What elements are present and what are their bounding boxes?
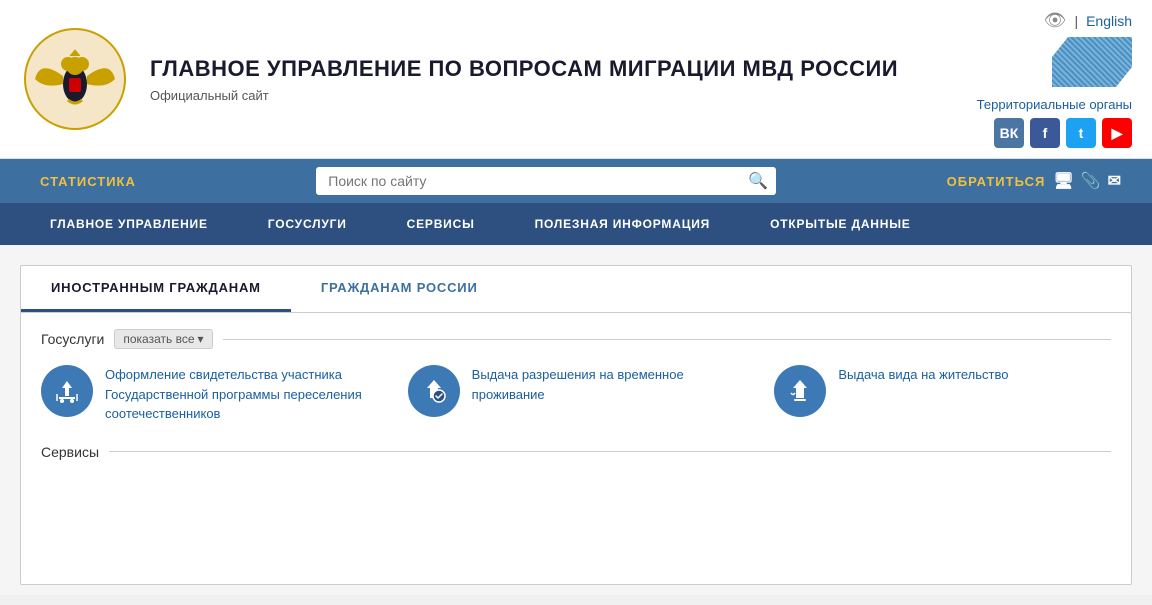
nav-item-main[interactable]: ГЛАВНОЕ УПРАВЛЕНИЕ	[20, 203, 238, 245]
tab-content-foreign: Госуслуги показать все ▾	[21, 313, 1131, 476]
serv-section-header: Сервисы	[41, 444, 1111, 460]
tab-foreign-citizens[interactable]: ИНОСТРАННЫМ ГРАЖДАНАМ	[21, 266, 291, 312]
header-right: 👁 | English Территориальные органы ВК f …	[977, 10, 1132, 148]
chevron-down-icon: ▾	[198, 332, 204, 346]
contact-nav-item[interactable]: ОБРАТИТЬСЯ 🖥 📎 ✉	[937, 171, 1132, 191]
tab-russian-citizens[interactable]: ГРАЖДАНАМ РОССИИ	[291, 266, 508, 312]
residence-permit-icon	[785, 376, 815, 406]
vk-icon[interactable]: ВК	[994, 118, 1024, 148]
nav-item-opendata[interactable]: ОТКРЫТЫЕ ДАННЫЕ	[740, 203, 940, 245]
service-icon-2	[408, 365, 460, 417]
service-card-1: Оформление свидетельства участника Госуд…	[41, 365, 378, 424]
twitter-icon[interactable]: t	[1066, 118, 1096, 148]
serv-section: Сервисы	[41, 444, 1111, 460]
main-content: ИНОСТРАННЫМ ГРАЖДАНАМ ГРАЖДАНАМ РОССИИ Г…	[0, 245, 1152, 595]
gosuslugi-label: Госуслуги	[41, 331, 104, 347]
show-all-button[interactable]: показать все ▾	[114, 329, 212, 349]
separator: |	[1074, 13, 1078, 29]
service-title-2[interactable]: Выдача разрешения на временное проживани…	[472, 365, 745, 404]
resettlement-icon	[52, 376, 82, 406]
map-pattern-wrapper	[1052, 37, 1132, 91]
nav-item-gosuslugi[interactable]: ГОСУСЛУГИ	[238, 203, 377, 245]
service-card-2: Выдача разрешения на временное проживани…	[408, 365, 745, 424]
service-card-3: Выдача вида на жительство	[774, 365, 1111, 424]
page-header: ГЛАВНОЕ УПРАВЛЕНИЕ ПО ВОПРОСАМ МИГРАЦИИ …	[0, 0, 1152, 159]
youtube-icon[interactable]: ▶	[1102, 118, 1132, 148]
tabs-container: ИНОСТРАННЫМ ГРАЖДАНАМ ГРАЖДАНАМ РОССИИ Г…	[20, 265, 1132, 585]
gosuslugi-separator	[223, 339, 1111, 340]
services-grid: Оформление свидетельства участника Госуд…	[41, 365, 1111, 424]
service-title-1[interactable]: Оформление свидетельства участника Госуд…	[105, 365, 378, 424]
temp-residence-icon	[419, 376, 449, 406]
navbar-top: СТАТИСТИКА 🔍 ОБРАТИТЬСЯ 🖥 📎 ✉	[0, 159, 1152, 203]
social-icons-row: ВК f t ▶	[994, 118, 1132, 148]
serv-label: Сервисы	[41, 444, 99, 460]
header-title-block: ГЛАВНОЕ УПРАВЛЕНИЕ ПО ВОПРОСАМ МИГРАЦИИ …	[150, 55, 977, 103]
monitor-icon: 🖥	[1053, 171, 1074, 191]
contact-icons: 🖥 📎 ✉	[1053, 171, 1122, 191]
nav-item-services[interactable]: СЕРВИСЫ	[377, 203, 505, 245]
search-box: 🔍	[316, 167, 776, 195]
eye-icon: 👁	[1044, 10, 1067, 31]
mail-icon: ✉	[1108, 171, 1122, 191]
territorial-link[interactable]: Территориальные органы	[977, 97, 1132, 112]
site-subtitle: Официальный сайт	[150, 88, 977, 103]
navbar-main: ГЛАВНОЕ УПРАВЛЕНИЕ ГОСУСЛУГИ СЕРВИСЫ ПОЛ…	[0, 203, 1152, 245]
contact-label: ОБРАТИТЬСЯ	[947, 174, 1046, 189]
service-icon-3	[774, 365, 826, 417]
gosuslugi-section-header: Госуслуги показать все ▾	[41, 329, 1111, 349]
service-icon-1	[41, 365, 93, 417]
service-title-3[interactable]: Выдача вида на жительство	[838, 365, 1008, 385]
statistics-nav-item[interactable]: СТАТИСТИКА	[20, 174, 156, 189]
search-input[interactable]	[316, 167, 776, 195]
site-title: ГЛАВНОЕ УПРАВЛЕНИЕ ПО ВОПРОСАМ МИГРАЦИИ …	[150, 55, 977, 84]
nav-item-info[interactable]: ПОЛЕЗНАЯ ИНФОРМАЦИЯ	[505, 203, 740, 245]
russia-map-decoration	[1052, 37, 1132, 87]
facebook-icon[interactable]: f	[1030, 118, 1060, 148]
serv-separator	[109, 451, 1111, 452]
logo	[20, 24, 130, 134]
clip-icon: 📎	[1081, 171, 1102, 191]
search-button[interactable]: 🔍	[748, 171, 768, 191]
tabs-header: ИНОСТРАННЫМ ГРАЖДАНАМ ГРАЖДАНАМ РОССИИ	[21, 266, 1131, 313]
lang-row: 👁 | English	[1044, 10, 1132, 31]
english-link[interactable]: English	[1086, 13, 1132, 29]
